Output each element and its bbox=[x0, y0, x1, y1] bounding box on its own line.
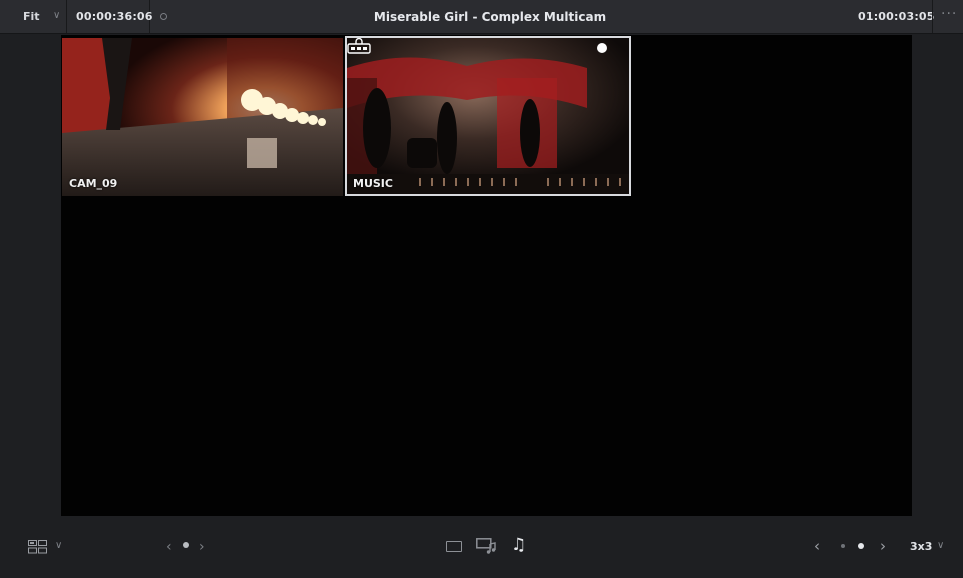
multicam-viewer[interactable]: CAM_09 MUSIC bbox=[61, 35, 912, 516]
chevron-down-icon[interactable]: ∨ bbox=[937, 540, 944, 551]
angle-label: MUSIC bbox=[353, 177, 393, 190]
bank-indicator-dot bbox=[841, 544, 845, 548]
more-icon: ··· bbox=[941, 6, 958, 22]
music-image bbox=[347, 38, 629, 194]
status-dot-icon bbox=[160, 13, 167, 20]
viewer-header: Fit ∨ 00:00:36:06 Miserable Girl - Compl… bbox=[0, 0, 963, 34]
bank-indicator-dot-active bbox=[858, 543, 864, 549]
viewer-footer: ∨ ‹ › ♫ ‹ › 3x3 ∨ bbox=[0, 518, 963, 578]
cam09-image bbox=[62, 38, 343, 196]
zoom-value: Fit bbox=[23, 10, 40, 23]
record-timecode-value: 01:00:03:05 bbox=[858, 10, 935, 23]
zoom-dropdown[interactable]: Fit ∨ bbox=[0, 0, 67, 33]
record-timecode[interactable]: 01:00:03:05 bbox=[846, 0, 935, 33]
video-switch-icon[interactable] bbox=[446, 541, 462, 552]
bank-next-button[interactable]: › bbox=[880, 537, 886, 555]
page-prev-button[interactable]: ‹ bbox=[166, 539, 172, 555]
more-options-button[interactable]: ··· bbox=[932, 0, 963, 33]
layout-grid-icon[interactable] bbox=[28, 540, 48, 554]
bank-prev-button[interactable]: ‹ bbox=[814, 537, 820, 555]
audio-video-switch-icon[interactable] bbox=[476, 538, 498, 554]
page-next-button[interactable]: › bbox=[199, 539, 205, 555]
angle-thumbnail-cam09[interactable]: CAM_09 bbox=[62, 38, 343, 196]
chevron-down-icon: ∨ bbox=[53, 10, 61, 21]
grid-size-dropdown[interactable]: 3x3 bbox=[910, 540, 932, 553]
angle-thumbnail-music[interactable]: MUSIC bbox=[345, 36, 631, 196]
page-indicator-dot bbox=[183, 542, 189, 548]
audio-lock-icon bbox=[347, 38, 371, 54]
source-timecode-value: 00:00:36:06 bbox=[76, 10, 153, 23]
chevron-down-icon[interactable]: ∨ bbox=[55, 540, 62, 551]
multicam-title: Miserable Girl - Complex Multicam bbox=[373, 10, 607, 24]
source-timecode[interactable]: 00:00:36:06 bbox=[67, 0, 153, 33]
audio-switch-icon[interactable]: ♫ bbox=[511, 535, 526, 555]
angle-label: CAM_09 bbox=[69, 177, 118, 190]
